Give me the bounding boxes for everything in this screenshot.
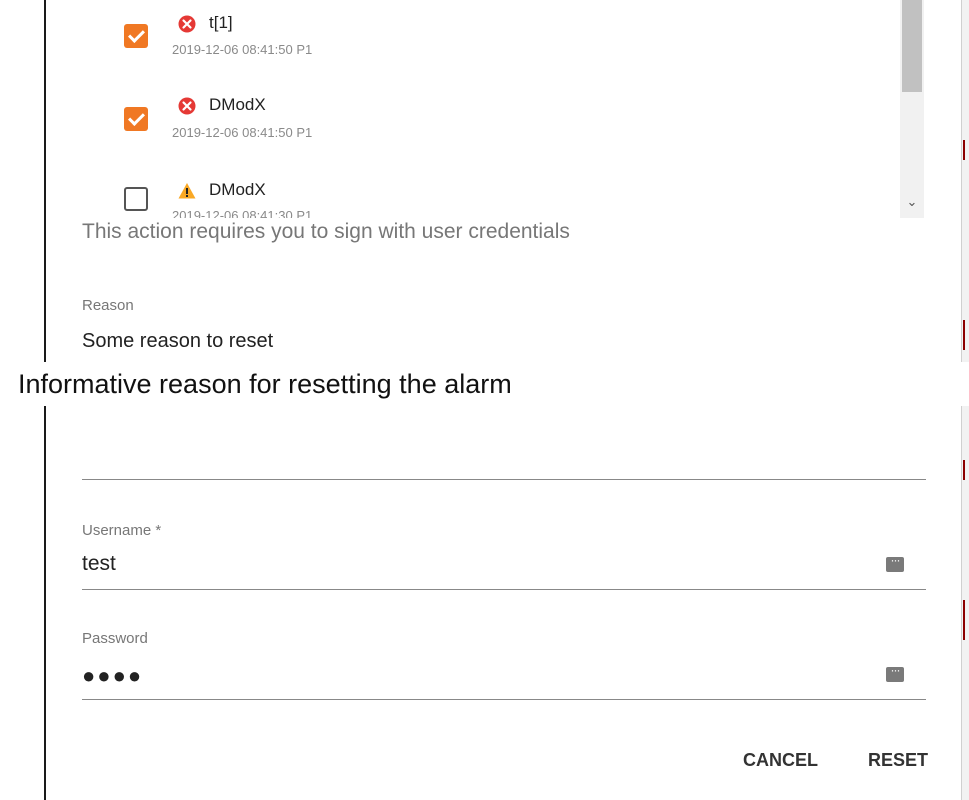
password-manager-icon[interactable] (886, 663, 904, 682)
alarm-name: DModX (209, 180, 266, 199)
password-label: Password (82, 630, 148, 647)
username-underline (82, 589, 926, 590)
alarm-timestamp: 2019-12-06 08:41:50 P1 (172, 125, 313, 140)
username-input[interactable]: test (82, 552, 116, 576)
alarm-name: t[1] (209, 13, 233, 32)
alarm-name: DModX (209, 95, 266, 114)
reason-label: Reason (82, 297, 134, 314)
alarm-checkbox[interactable] (124, 187, 148, 211)
reason-underline (82, 479, 926, 480)
alarm-timestamp: 2019-12-06 08:41:50 P1 (172, 42, 313, 57)
alarm-timestamp: 2019-12-06 08:41:30 P1 (172, 208, 313, 218)
password-manager-icon[interactable] (886, 553, 904, 572)
scrollbar-thumb[interactable] (902, 0, 922, 92)
password-input[interactable]: ●●●● (82, 663, 143, 689)
username-label: Username * (82, 522, 162, 539)
dialog-left-border (44, 406, 46, 800)
password-underline (82, 699, 926, 700)
error-icon (178, 97, 196, 115)
alarm-list-item[interactable]: t[1] 2019-12-06 08:41:50 P1 (46, 0, 906, 60)
error-icon (178, 15, 196, 33)
alarm-list-item[interactable]: DModX 2019-12-06 08:41:50 P1 (46, 85, 906, 145)
reset-button[interactable]: RESET (868, 750, 928, 771)
scroll-down-icon[interactable]: ⌄ (902, 193, 922, 211)
alarm-checkbox[interactable] (124, 107, 148, 131)
credentials-notice: This action requires you to sign with us… (82, 220, 570, 243)
warning-icon (178, 183, 196, 199)
alarm-checkbox[interactable] (124, 24, 148, 48)
cancel-button[interactable]: CANCEL (743, 750, 818, 771)
reason-tooltip: Informative reason for resetting the ala… (0, 362, 969, 406)
reason-input[interactable]: Some reason to reset (82, 330, 273, 353)
alarm-list[interactable]: t[1] 2019-12-06 08:41:50 P1 DModX 2019-1… (46, 0, 932, 218)
alarm-list-item[interactable]: DModX 2019-12-06 08:41:30 P1 (46, 170, 906, 218)
